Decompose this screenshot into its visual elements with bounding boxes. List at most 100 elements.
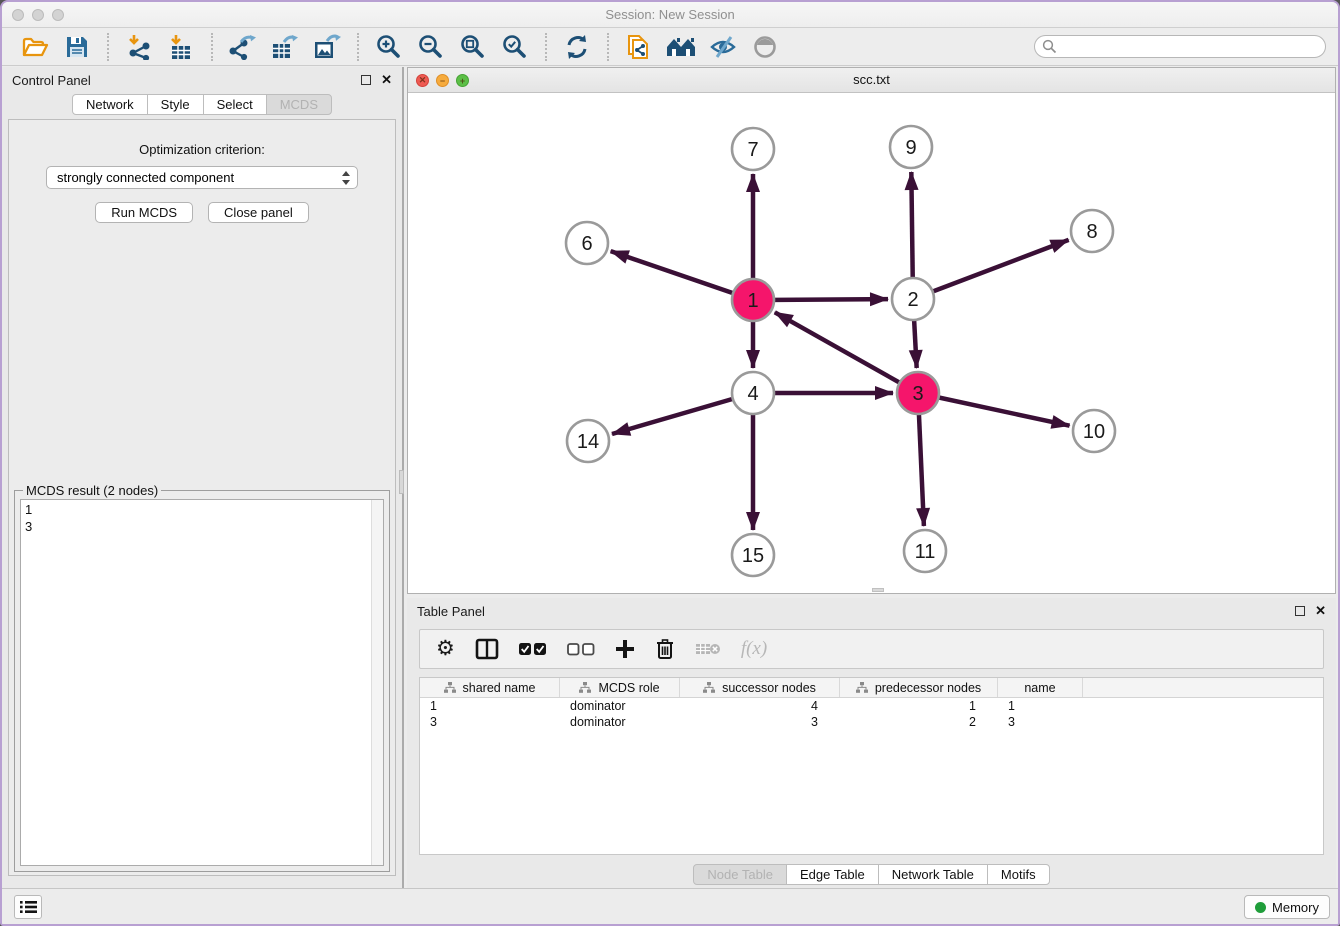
network-maximize-button[interactable]: + bbox=[456, 74, 469, 87]
column-header-MCDS-role[interactable]: MCDS role bbox=[560, 678, 680, 697]
tab-network-table[interactable]: Network Table bbox=[878, 864, 988, 885]
tab-motifs[interactable]: Motifs bbox=[987, 864, 1050, 885]
network-resize-handle[interactable] bbox=[872, 588, 884, 592]
graph-node-1[interactable]: 1 bbox=[732, 279, 774, 321]
hierarchy-icon bbox=[703, 682, 715, 693]
duplicate-network-icon[interactable] bbox=[624, 32, 654, 62]
close-table-panel-icon[interactable]: ✕ bbox=[1315, 606, 1326, 616]
export-image-icon[interactable] bbox=[312, 32, 342, 62]
add-row-icon[interactable] bbox=[615, 639, 635, 659]
graph-node-7[interactable]: 7 bbox=[732, 128, 774, 170]
tab-mcds[interactable]: MCDS bbox=[266, 94, 332, 115]
save-session-icon[interactable] bbox=[62, 32, 92, 62]
tab-node-table[interactable]: Node Table bbox=[693, 864, 787, 885]
node-label: 14 bbox=[577, 431, 599, 453]
mcds-result-list[interactable]: 13 bbox=[20, 499, 384, 866]
column-header-predecessor-nodes[interactable]: predecessor nodes bbox=[840, 678, 998, 697]
close-panel-button[interactable]: Close panel bbox=[208, 202, 309, 223]
graph-edge-3-1[interactable] bbox=[775, 312, 918, 393]
tab-style[interactable]: Style bbox=[147, 94, 204, 115]
table-settings-icon[interactable]: ⚙ bbox=[436, 639, 455, 659]
apply-function-icon[interactable]: f(x) bbox=[741, 638, 767, 660]
first-neighbors-icon[interactable] bbox=[666, 32, 696, 62]
refresh-icon[interactable] bbox=[562, 32, 592, 62]
close-panel-icon[interactable]: ✕ bbox=[381, 75, 392, 85]
hierarchy-icon bbox=[444, 682, 456, 693]
table-panel-title: Table Panel bbox=[417, 604, 1295, 619]
zoom-window-button[interactable] bbox=[52, 9, 64, 21]
control-panel-tabs: NetworkStyleSelectMCDS bbox=[2, 94, 402, 115]
network-close-button[interactable]: ✕ bbox=[416, 74, 429, 87]
float-table-panel-icon[interactable] bbox=[1295, 606, 1305, 616]
export-network-icon[interactable] bbox=[228, 32, 258, 62]
close-window-button[interactable] bbox=[12, 9, 24, 21]
table-cell[interactable]: 4 bbox=[680, 698, 840, 714]
export-table-icon[interactable] bbox=[270, 32, 300, 62]
search-input[interactable] bbox=[1057, 39, 1318, 54]
split-columns-icon[interactable] bbox=[475, 638, 499, 660]
table-row[interactable]: 1dominator411 bbox=[420, 698, 1323, 714]
table-cell[interactable]: 1 bbox=[840, 698, 998, 714]
optimization-criterion-select[interactable]: strongly connected component bbox=[46, 166, 358, 189]
network-graph[interactable]: 7 9 6 8 1 2 4 3 14 10 15 11 bbox=[408, 93, 1339, 593]
show-all-icon[interactable] bbox=[750, 32, 780, 62]
control-panel: Control Panel ✕ NetworkStyleSelectMCDS O… bbox=[2, 67, 404, 888]
graph-node-2[interactable]: 2 bbox=[892, 278, 934, 320]
hide-selected-icon[interactable] bbox=[708, 32, 738, 62]
zoom-in-icon[interactable] bbox=[374, 32, 404, 62]
graph-node-11[interactable]: 11 bbox=[904, 530, 946, 572]
network-minimize-button[interactable]: − bbox=[436, 74, 449, 87]
column-header-name[interactable]: name bbox=[998, 678, 1083, 697]
table-cell[interactable]: dominator bbox=[560, 698, 680, 714]
select-stepper-icon bbox=[341, 170, 351, 186]
graph-node-4[interactable]: 4 bbox=[732, 372, 774, 414]
network-canvas[interactable]: 7 9 6 8 1 2 4 3 14 10 15 11 bbox=[408, 93, 1335, 593]
tab-edge-table[interactable]: Edge Table bbox=[786, 864, 879, 885]
select-all-icon[interactable] bbox=[519, 643, 547, 656]
table-cell[interactable]: 1 bbox=[998, 698, 1083, 714]
import-table-icon[interactable] bbox=[166, 32, 196, 62]
float-panel-icon[interactable] bbox=[361, 75, 371, 85]
graph-edge-2-8[interactable] bbox=[913, 240, 1069, 299]
delete-row-icon[interactable] bbox=[655, 638, 675, 660]
delete-table-icon[interactable] bbox=[695, 641, 721, 657]
graph-edge-3-10[interactable] bbox=[918, 393, 1070, 426]
table-row[interactable]: 3dominator323 bbox=[420, 714, 1323, 730]
zoom-out-icon[interactable] bbox=[416, 32, 446, 62]
table-cell[interactable]: dominator bbox=[560, 714, 680, 730]
graph-node-3[interactable]: 3 bbox=[897, 372, 939, 414]
run-mcds-button[interactable]: Run MCDS bbox=[95, 202, 193, 223]
panel-splitter-handle[interactable] bbox=[399, 470, 404, 494]
graph-edge-1-6[interactable] bbox=[611, 251, 753, 300]
result-scrollbar[interactable] bbox=[371, 500, 383, 865]
deselect-all-icon[interactable] bbox=[567, 643, 595, 656]
graph-node-6[interactable]: 6 bbox=[566, 222, 608, 264]
node-table[interactable]: shared nameMCDS rolesuccessor nodesprede… bbox=[419, 677, 1324, 855]
memory-button[interactable]: Memory bbox=[1244, 895, 1330, 919]
zoom-selected-icon[interactable] bbox=[500, 32, 530, 62]
tab-select[interactable]: Select bbox=[203, 94, 267, 115]
table-cell[interactable]: 2 bbox=[840, 714, 998, 730]
open-session-icon[interactable] bbox=[20, 32, 50, 62]
table-cell[interactable]: 3 bbox=[680, 714, 840, 730]
window-title: Session: New Session bbox=[2, 2, 1338, 27]
show-panels-button[interactable] bbox=[14, 895, 42, 919]
table-cell[interactable]: 1 bbox=[420, 698, 560, 714]
zoom-fit-icon[interactable] bbox=[458, 32, 488, 62]
hierarchy-icon bbox=[579, 682, 591, 693]
column-header-shared-name[interactable]: shared name bbox=[420, 678, 560, 697]
control-panel-title: Control Panel bbox=[12, 73, 361, 88]
graph-node-8[interactable]: 8 bbox=[1071, 210, 1113, 252]
status-bar: Memory bbox=[2, 888, 1338, 924]
graph-node-10[interactable]: 10 bbox=[1073, 410, 1115, 452]
graph-node-15[interactable]: 15 bbox=[732, 534, 774, 576]
toolbar-separator bbox=[107, 33, 109, 61]
tab-network[interactable]: Network bbox=[72, 94, 148, 115]
graph-node-9[interactable]: 9 bbox=[890, 126, 932, 168]
column-header-successor-nodes[interactable]: successor nodes bbox=[680, 678, 840, 697]
table-cell[interactable]: 3 bbox=[420, 714, 560, 730]
minimize-window-button[interactable] bbox=[32, 9, 44, 21]
table-cell[interactable]: 3 bbox=[998, 714, 1083, 730]
graph-node-14[interactable]: 14 bbox=[567, 420, 609, 462]
import-network-icon[interactable] bbox=[124, 32, 154, 62]
